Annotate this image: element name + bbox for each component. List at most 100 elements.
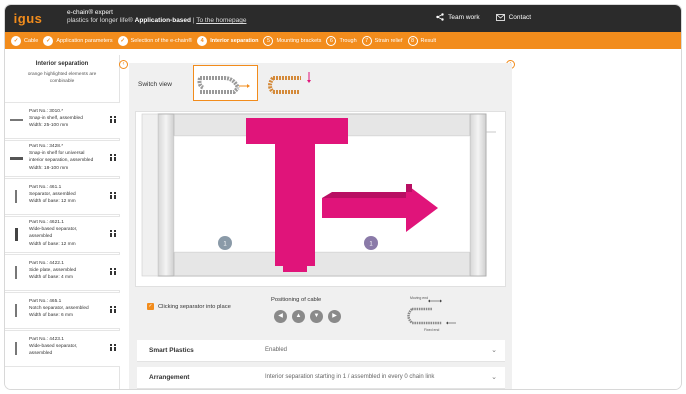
drag-handle-icon[interactable] (110, 116, 116, 125)
step-label: Strain relief (374, 37, 403, 44)
app-name: e-chain® expert (67, 9, 113, 16)
step-label: Mounting brackets (276, 37, 322, 44)
click-into-place-checkbox[interactable]: ✓ Clicking separator into place (147, 303, 231, 310)
sidebar-title: Interior separation (35, 61, 89, 67)
chain-orientation-diagram: Moving end Fixed end (402, 294, 482, 334)
step-check-icon: ✓ (43, 35, 54, 46)
step-navigation: ✓ Cable ✓ Application parameters ✓ Selectio… (5, 32, 681, 49)
move-left-button[interactable]: ◀ (274, 310, 287, 323)
chevron-down-icon: ⌄ (491, 347, 497, 354)
step-interior-separation[interactable]: 4 Interior separation (197, 35, 259, 46)
step-mounting-brackets[interactable]: 5 Mounting brackets (263, 35, 322, 46)
part-desc: assembled (29, 351, 53, 357)
step-strain-relief[interactable]: 7 Strain relief (361, 35, 403, 46)
chain-cross-section: 1 1 (136, 112, 505, 286)
tagline: plastics for longer life® (67, 17, 133, 24)
separator-sidebar: Interior separation orange highlighted e… (5, 55, 120, 389)
part-number: Part No.: 4423.1 (29, 337, 64, 342)
igus-logo[interactable]: igus (14, 10, 42, 27)
step-number: 6 (326, 35, 337, 46)
title-separator: | (192, 17, 195, 24)
list-item[interactable]: Part No.: 4423.1 Wide-based separator, a… (5, 330, 120, 367)
part-number: Part No.: 461.1 (29, 185, 62, 190)
part-width: Width: 25-100 mm (29, 123, 69, 129)
chevron-down-icon: ⌄ (491, 374, 497, 381)
step-label: Trough (339, 37, 357, 44)
part-number: Part No.: 4422.1 (29, 261, 64, 266)
checkbox-label: Clicking separator into place (158, 303, 231, 310)
accordion-value: Interior separation starting in 1 / asse… (265, 374, 435, 380)
list-item[interactable]: Part No.: 3428.* Snap-in shelf for unive… (5, 140, 120, 177)
collapse-sidebar-button[interactable]: ‹ (119, 60, 128, 69)
part-width: Width of base: 4 mm (29, 275, 73, 281)
main-panel: Switch view 1 1 ✓ Clicking separator int… (129, 63, 512, 389)
part-desc: Snap-in shelf, assembled (29, 116, 83, 122)
step-cable[interactable]: ✓ Cable (11, 35, 39, 46)
chevron-left-icon: ‹ (122, 61, 125, 67)
part-desc: interior separation, assembled (29, 158, 94, 164)
drag-handle-icon[interactable] (110, 306, 116, 315)
moving-end-label: Moving end (410, 296, 428, 300)
step-result[interactable]: 8 Result (407, 35, 436, 46)
list-item[interactable]: Part No.: 4422.1 Side plate, assembled W… (5, 254, 120, 291)
list-item[interactable]: Part No.: 465.1 Notch separator, assembl… (5, 292, 120, 329)
step-label: Interior separation (210, 37, 259, 44)
step-number: 8 (407, 35, 418, 46)
chain-side-view-icon (197, 76, 250, 94)
drag-handle-icon[interactable] (110, 268, 116, 277)
view-option-chain-grey[interactable] (193, 65, 258, 101)
move-right-button[interactable]: ▶ (328, 310, 341, 323)
contact-button[interactable]: Contact (495, 13, 531, 21)
checkbox-checked-icon: ✓ (147, 303, 154, 310)
step-number: 4 (197, 35, 208, 46)
mode-label: Application-based (134, 17, 192, 24)
part-desc: Wide-based separator, (29, 344, 78, 350)
step-label: Selection of the e-chain® (130, 37, 193, 44)
step-application-parameters[interactable]: ✓ Application parameters (43, 35, 113, 46)
homepage-link[interactable]: To the homepage (196, 17, 246, 24)
part-number: Part No.: 3428.* (29, 144, 64, 149)
accordion-arrangement[interactable]: Arrangement Interior separation starting… (137, 367, 505, 389)
accordion-key: Smart Plastics (149, 347, 194, 354)
top-header: igus e-chain® expert plastics for longer… (5, 5, 681, 32)
notch-separator-icon (9, 303, 23, 317)
step-number: 5 (263, 35, 274, 46)
part-desc: Snap-in shelf for universal (29, 151, 85, 157)
switch-view-row: Switch view (129, 63, 512, 109)
part-width: Width of base: 12 mm (29, 241, 76, 247)
cross-section-canvas[interactable]: 1 1 (135, 111, 506, 287)
part-desc: assembled (29, 234, 53, 240)
part-desc: Notch separator, assembled (29, 306, 89, 312)
view-option-chain-orange[interactable] (264, 65, 329, 101)
step-label: Cable (24, 37, 39, 44)
horizontal-shelf-icon (9, 113, 23, 127)
wide-separator-2-icon (9, 341, 23, 355)
contact-label: Contact (508, 13, 531, 21)
team-work-button[interactable]: Team work (436, 13, 480, 21)
move-down-button[interactable]: ▼ (310, 310, 323, 323)
drag-handle-icon[interactable] (110, 344, 116, 353)
header-actions: Team work Contact (436, 13, 531, 21)
canvas-controls: ✓ Clicking separator into place Position… (129, 289, 512, 337)
step-number: 7 (361, 35, 372, 46)
drag-handle-icon[interactable] (110, 154, 116, 163)
right-blank-area (519, 55, 681, 389)
list-item[interactable]: Part No.: 4621.1 Wide-based separator, a… (5, 216, 120, 253)
part-desc: Separator, assembled (29, 192, 76, 198)
wide-separator-icon (9, 227, 23, 241)
drag-handle-icon[interactable] (110, 192, 116, 201)
step-check-icon: ✓ (117, 35, 128, 46)
step-trough[interactable]: 6 Trough (326, 35, 357, 46)
side-plate-icon (9, 265, 23, 279)
drag-handle-icon[interactable] (110, 230, 116, 239)
list-item[interactable]: Part No.: 3010.* Snap-in shelf, assemble… (5, 102, 120, 139)
step-label: Application parameters (56, 37, 113, 44)
accordion-smart-plastics[interactable]: Smart Plastics Enabled ⌄ (137, 340, 505, 362)
move-up-button[interactable]: ▲ (292, 310, 305, 323)
part-number: Part No.: 465.1 (29, 299, 62, 304)
list-item[interactable]: Part No.: 461.1 Separator, assembled Wid… (5, 178, 120, 215)
chain-orientation-icon: Moving end Fixed end (407, 296, 456, 332)
step-selection-echain[interactable]: ✓ Selection of the e-chain® (117, 35, 193, 46)
part-width: Width: 18-100 mm (29, 165, 69, 171)
part-width: Width of base: 6 mm (29, 313, 73, 319)
